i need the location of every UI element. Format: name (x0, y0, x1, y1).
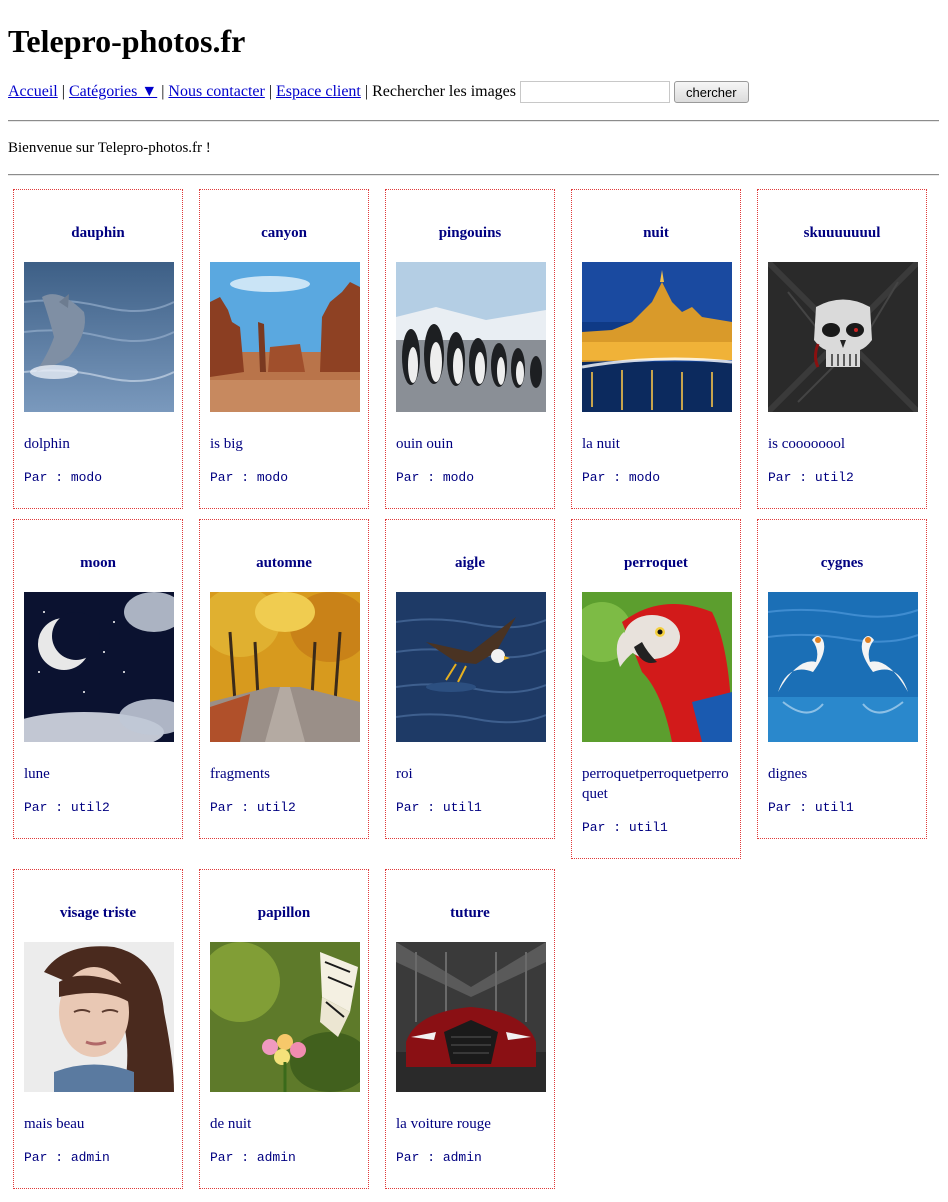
photo-description: lune (24, 766, 50, 782)
photo-description: dolphin (24, 436, 70, 452)
photo-thumbnail[interactable] (582, 592, 732, 742)
nav-link-home[interactable]: Accueil (8, 83, 58, 101)
photo-thumbnail[interactable] (210, 262, 360, 412)
photo-description: la voiture rouge (396, 1116, 491, 1132)
parrot-image (582, 592, 732, 742)
photo-card[interactable]: automne fragments Par : util2 (199, 519, 369, 839)
photo-author: Par : util2 (210, 800, 296, 815)
photo-thumbnail[interactable] (24, 592, 174, 742)
photo-author: Par : util1 (396, 800, 482, 815)
photo-author: Par : modo (24, 470, 103, 485)
photo-description: is big (210, 436, 243, 452)
photo-title[interactable]: nuit (572, 224, 740, 242)
photo-author: Par : admin (24, 1150, 110, 1165)
autumn-park-image (210, 592, 360, 742)
photo-card[interactable]: nuit la nuit Par : modo (571, 189, 741, 509)
photo-title[interactable]: automne (200, 554, 368, 572)
photo-title[interactable]: canyon (200, 224, 368, 242)
nav-separator: | (61, 83, 65, 100)
photo-thumbnail[interactable] (24, 942, 174, 1092)
photo-card[interactable]: cygnes dignes Par : util1 (757, 519, 927, 839)
photo-description: dignes (768, 766, 808, 782)
photo-title[interactable]: perroquet (572, 554, 740, 572)
photo-title[interactable]: aigle (386, 554, 554, 572)
search-button[interactable]: chercher (674, 81, 749, 103)
moon-image (24, 592, 174, 742)
photo-card[interactable]: pingouins ouin ouin Par : modo (385, 189, 555, 509)
canyon-image (210, 262, 360, 412)
photo-thumbnail[interactable] (396, 942, 546, 1092)
skull-image (768, 262, 918, 412)
photo-title[interactable]: visage triste (14, 904, 182, 922)
nav-separator: | (268, 83, 273, 100)
photo-card[interactable]: visage triste mais beau Par : admin (13, 869, 183, 1189)
photo-thumbnail[interactable] (24, 262, 174, 412)
photo-title[interactable]: cygnes (758, 554, 926, 572)
nav-separator: | (364, 83, 369, 100)
butterfly-image (210, 942, 360, 1092)
photo-card[interactable]: canyon is big Par : modo (199, 189, 369, 509)
nav-link-categories[interactable]: Catégories ▼ (69, 83, 157, 101)
photo-thumbnail[interactable] (396, 592, 546, 742)
photo-title[interactable]: pingouins (386, 224, 554, 242)
eagle-image (396, 592, 546, 742)
photo-title[interactable]: dauphin (14, 224, 182, 242)
photo-card[interactable]: moon lune Par : util2 (13, 519, 183, 839)
photo-thumbnail[interactable] (582, 262, 732, 412)
swans-image (768, 592, 918, 742)
nav-link-client-area[interactable]: Espace client (276, 83, 361, 101)
photo-title[interactable]: papillon (200, 904, 368, 922)
photo-description: mais beau (24, 1116, 85, 1132)
photo-thumbnail[interactable] (768, 262, 918, 412)
photo-thumbnail[interactable] (210, 592, 360, 742)
search-input[interactable] (520, 81, 671, 103)
photo-description: roi (396, 766, 413, 782)
photo-card[interactable]: dauphin dolphin Par : modo (13, 189, 183, 509)
red-car-image (396, 942, 546, 1092)
night-city-image (582, 262, 732, 412)
photo-author: Par : util2 (24, 800, 110, 815)
divider-top (8, 120, 939, 122)
photo-author: Par : modo (210, 470, 289, 485)
search-label: Rechercher les images (372, 83, 517, 100)
photo-card[interactable]: skuuuuuuul is coooooool Par : util2 (757, 189, 927, 509)
photo-author: Par : admin (210, 1150, 296, 1165)
divider-bottom (8, 174, 939, 176)
photo-thumbnail[interactable] (210, 942, 360, 1092)
photo-description: ouin ouin (396, 436, 454, 452)
photo-thumbnail[interactable] (768, 592, 918, 742)
photo-title[interactable]: skuuuuuuul (758, 224, 926, 242)
photo-card[interactable]: papillon de nuit Par : admin (199, 869, 369, 1189)
photo-description: de nuit (210, 1116, 252, 1132)
penguins-image (396, 262, 546, 412)
photo-author: Par : admin (396, 1150, 482, 1165)
dolphin-image (24, 262, 174, 412)
photo-description: la nuit (582, 436, 620, 452)
photo-card[interactable]: perroquet perroquetperroquetperroquet Pa… (571, 519, 741, 859)
photo-author: Par : modo (396, 470, 475, 485)
site-title: Telepro-photos.fr (8, 23, 246, 59)
nav-link-contact[interactable]: Nous contacter (168, 83, 264, 101)
sad-face-image (24, 942, 174, 1092)
photo-title[interactable]: moon (14, 554, 182, 572)
photo-thumbnail[interactable] (396, 262, 546, 412)
photo-description: is coooooool (768, 436, 846, 452)
photo-author: Par : util1 (768, 800, 854, 815)
photo-title[interactable]: tuture (386, 904, 554, 922)
welcome-message: Bienvenue sur Telepro-photos.fr ! (8, 140, 211, 156)
photo-card[interactable]: aigle roi Par : util1 (385, 519, 555, 839)
photo-author: Par : util1 (582, 820, 668, 835)
photo-description: fragments (210, 766, 270, 782)
photo-description: perroquetperroquetperroquet (582, 766, 729, 802)
photo-author: Par : modo (582, 470, 661, 485)
photo-card[interactable]: tuture la voiture rouge Par : admin (385, 869, 555, 1189)
photo-author: Par : util2 (768, 470, 854, 485)
nav-bar: Accueil | Catégories ▼ | Nous contacter … (8, 80, 749, 104)
nav-separator: | (161, 83, 165, 100)
